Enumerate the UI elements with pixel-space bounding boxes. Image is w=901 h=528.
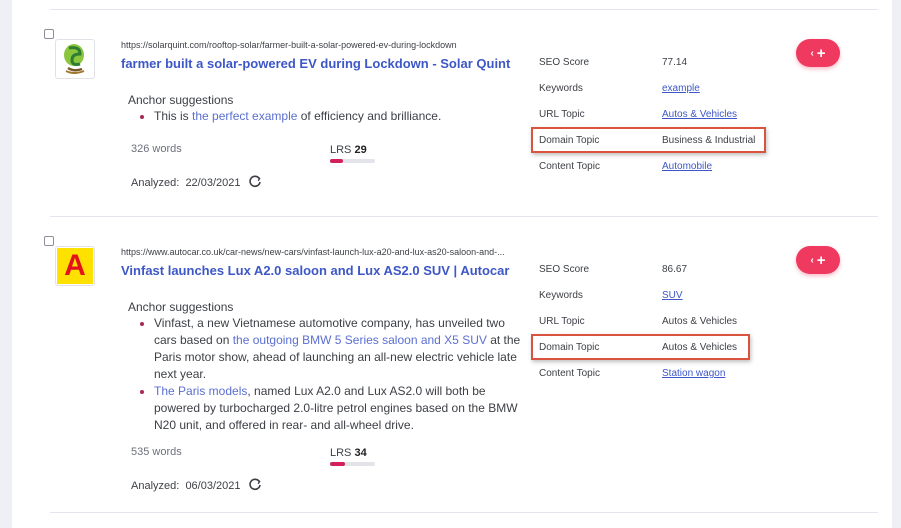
lrs-score: LRS 29 xyxy=(330,144,367,156)
refresh-icon[interactable] xyxy=(248,174,262,188)
refresh-icon[interactable] xyxy=(248,477,262,491)
divider xyxy=(50,216,878,217)
solar-leaf-logo-icon xyxy=(64,44,85,74)
seo-score-value: 77.14 xyxy=(662,57,688,68)
divider xyxy=(50,9,878,10)
result-url: https://solarquint.com/rooftop-solar/far… xyxy=(121,40,457,50)
url-topic-label: URL Topic xyxy=(539,109,585,120)
anchor-link-text[interactable]: The Paris models xyxy=(154,384,247,398)
result-title-link[interactable]: farmer built a solar-powered EV during L… xyxy=(121,56,510,71)
select-checkbox[interactable] xyxy=(44,236,54,246)
lrs-bar xyxy=(330,462,375,466)
autocar-a-logo-icon: A xyxy=(57,248,93,284)
lrs-score: LRS 34 xyxy=(330,447,367,459)
select-checkbox[interactable] xyxy=(44,29,54,39)
seo-score-value: 86.67 xyxy=(662,264,688,275)
keywords-value[interactable]: example xyxy=(662,83,700,94)
seo-score-label: SEO Score xyxy=(539,57,590,68)
domain-topic-highlight xyxy=(531,334,750,360)
word-count: 535 words xyxy=(131,446,182,458)
url-topic-label: URL Topic xyxy=(539,316,585,327)
lrs-bar xyxy=(330,159,375,163)
anchor-suggestions-heading: Anchor suggestions xyxy=(128,93,234,107)
result-card: A https://www.autocar.co.uk/car-news/new… xyxy=(12,227,892,507)
anchor-suggestions-list: This is the perfect example of efficienc… xyxy=(138,108,524,125)
keywords-label: Keywords xyxy=(539,290,583,301)
analyzed-date: Analyzed: 06/03/2021 xyxy=(131,480,241,492)
add-link-button[interactable]: ‹ + xyxy=(796,39,840,67)
domain-topic-highlight xyxy=(531,127,766,153)
anchor-link-text[interactable]: the outgoing BMW 5 Series saloon and X5 … xyxy=(233,333,487,347)
analyzed-date: Analyzed: 22/03/2021 xyxy=(131,177,241,189)
url-topic-value[interactable]: Autos & Vehicles xyxy=(662,109,737,120)
anchor-suggestion: This is the perfect example of efficienc… xyxy=(154,108,524,125)
anchor-suggestion: The Paris models, named Lux A2.0 and Lux… xyxy=(154,383,524,434)
result-url: https://www.autocar.co.uk/car-news/new-c… xyxy=(121,247,505,257)
site-logo-solarquint xyxy=(55,39,95,79)
chevron-left-icon: ‹ xyxy=(810,47,814,59)
url-topic-value: Autos & Vehicles xyxy=(662,316,738,327)
word-count: 326 words xyxy=(131,143,182,155)
keywords-label: Keywords xyxy=(539,83,583,94)
seo-score-label: SEO Score xyxy=(539,264,590,275)
content-topic-value[interactable]: Station wagon xyxy=(662,368,725,379)
content-topic-label: Content Topic xyxy=(539,368,600,379)
content-topic-value[interactable]: Automobile xyxy=(662,161,712,172)
result-card: https://solarquint.com/rooftop-solar/far… xyxy=(12,20,892,220)
lrs-bar-fill xyxy=(330,159,344,163)
results-panel: https://solarquint.com/rooftop-solar/far… xyxy=(12,0,892,528)
anchor-link-text[interactable]: the perfect example xyxy=(192,109,297,123)
keywords-value[interactable]: SUV xyxy=(662,290,683,301)
chevron-left-icon: ‹ xyxy=(810,254,814,266)
anchor-suggestions-heading: Anchor suggestions xyxy=(128,300,234,314)
site-logo-autocar: A xyxy=(55,246,95,286)
add-link-button[interactable]: ‹ + xyxy=(796,246,840,274)
lrs-bar-fill xyxy=(330,462,346,466)
content-topic-label: Content Topic xyxy=(539,161,600,172)
result-title-link[interactable]: Vinfast launches Lux A2.0 saloon and Lux… xyxy=(121,263,509,278)
anchor-suggestions-list: Vinfast, a new Vietnamese automotive com… xyxy=(138,315,524,434)
anchor-suggestion: Vinfast, a new Vietnamese automotive com… xyxy=(154,315,524,383)
divider xyxy=(50,512,878,513)
